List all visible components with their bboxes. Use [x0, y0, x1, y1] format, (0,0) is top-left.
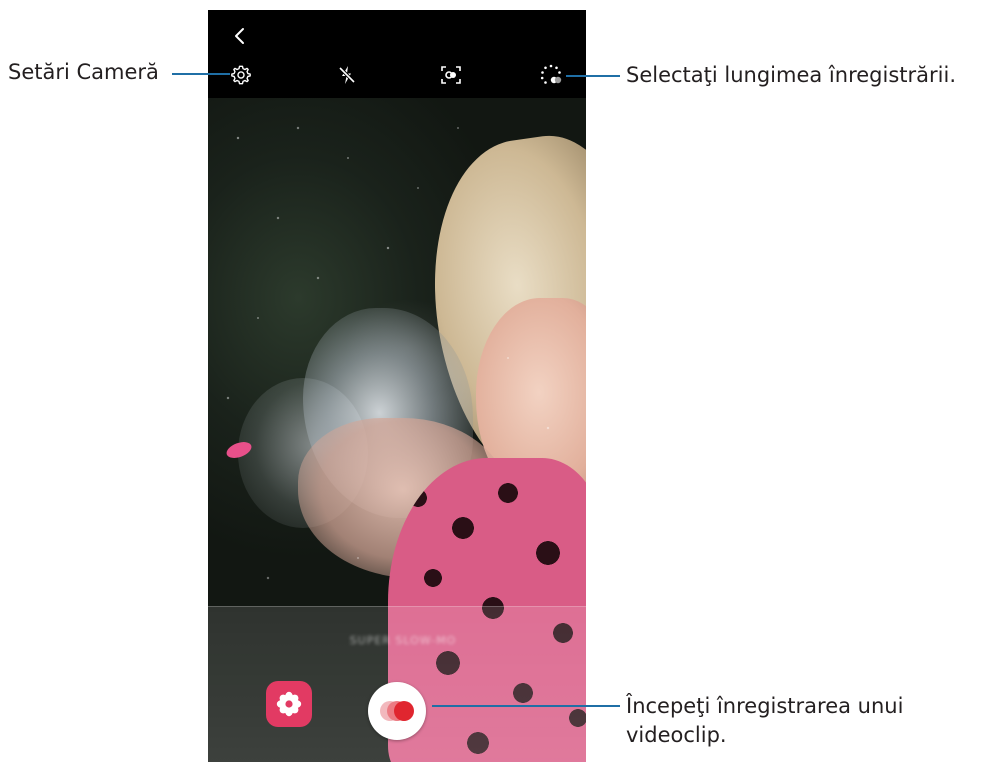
gear-icon[interactable] [228, 62, 254, 88]
settings-callout-label: Setări Cameră [8, 60, 159, 84]
duration-callout-label: Selectaţi lungimea înregistrării. [626, 63, 956, 87]
motion-detection-icon[interactable] [438, 62, 464, 88]
flower-effect-icon [276, 691, 302, 717]
settings-leader-line [172, 73, 230, 75]
effect-button[interactable] [266, 681, 312, 727]
record-button[interactable] [368, 682, 426, 740]
camera-screen: SUPER SLOW-MO [208, 10, 586, 762]
camera-top-bar [208, 10, 586, 98]
duration-leader-line [566, 75, 620, 77]
record-callout-label-line2: videoclip. [626, 723, 727, 747]
record-icon [394, 701, 414, 721]
record-leader-line [432, 705, 620, 707]
flash-off-icon[interactable] [334, 62, 360, 88]
back-arrow-icon[interactable] [228, 24, 252, 48]
record-callout-label: Începeţi înregistrarea unui [626, 694, 904, 718]
mode-overlay-text: SUPER SLOW-MO [349, 634, 457, 647]
recording-duration-icon[interactable] [538, 62, 564, 88]
camera-viewfinder[interactable]: SUPER SLOW-MO [208, 98, 586, 762]
